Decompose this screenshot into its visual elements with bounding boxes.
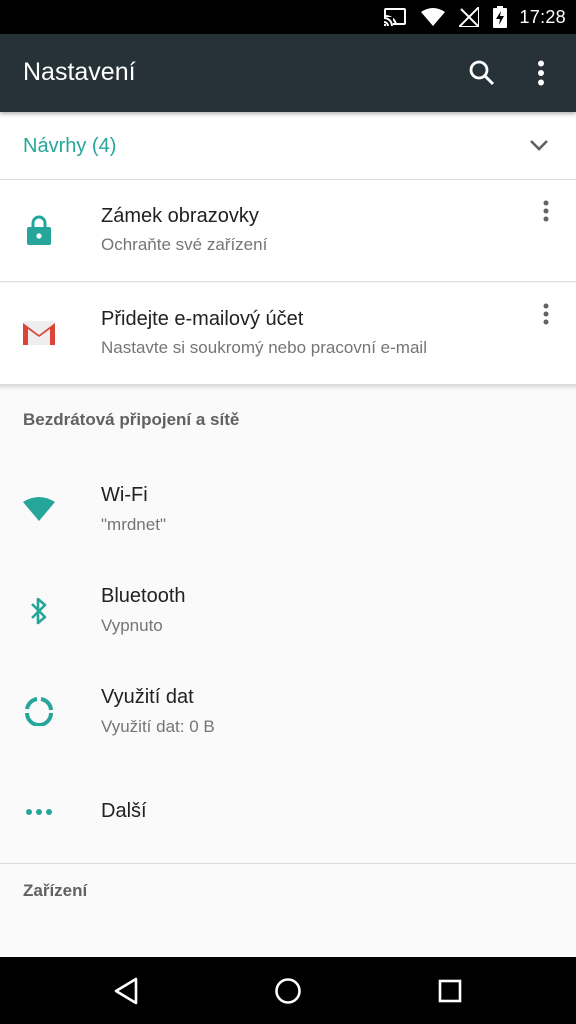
app-bar: Nastavení: [0, 34, 576, 112]
wifi-icon: [421, 8, 446, 26]
status-time: 17:28: [519, 6, 566, 27]
more-vert-icon: [543, 200, 549, 222]
item-title: Další: [101, 800, 147, 822]
bluetooth-icon: [23, 595, 55, 627]
app-bar-actions: [440, 56, 558, 90]
search-icon: [469, 60, 495, 86]
more-vert-icon: [543, 303, 549, 325]
back-button[interactable]: [106, 972, 146, 1010]
card-shadow: [0, 384, 576, 390]
page-title: Nastavení: [23, 58, 136, 86]
suggestion-more-button[interactable]: [534, 299, 558, 329]
suggestions-header[interactable]: Návrhy (4): [0, 112, 576, 180]
item-subtitle: "mrdnet": [101, 515, 166, 534]
section-header-wireless: Bezdrátová připojení a sítě: [23, 410, 240, 429]
home-icon: [275, 978, 301, 1004]
cast-icon: [383, 7, 407, 27]
search-button[interactable]: [465, 56, 499, 90]
suggestion-card-screen-lock[interactable]: Zámek obrazovky Ochraňte své zařízení: [0, 180, 576, 282]
item-subtitle: Využití dat: 0 B: [101, 717, 215, 736]
more-horiz-icon: [23, 796, 55, 828]
suggestion-more-button[interactable]: [534, 196, 558, 226]
settings-item-data-usage[interactable]: Využití dat Využití dat: 0 B: [0, 659, 576, 759]
status-bar: 17:28: [0, 0, 576, 34]
suggestion-title: Zámek obrazovky: [101, 205, 259, 227]
item-title: Bluetooth: [101, 585, 186, 607]
no-signal-icon: [459, 7, 480, 27]
navigation-bar: [0, 957, 576, 1024]
section-header-device: Zařízení: [23, 881, 88, 900]
wifi-icon: [23, 493, 55, 525]
back-icon: [114, 977, 138, 1005]
suggestion-subtitle: Ochraňte své zařízení: [101, 235, 268, 254]
battery-charging-icon: [493, 6, 508, 28]
gmail-icon: [23, 317, 55, 349]
suggestion-card-email-account[interactable]: Přidejte e-mailový účet Nastavte si souk…: [0, 283, 576, 385]
status-icons: 17:28: [369, 0, 566, 34]
item-title: Wi-Fi: [101, 484, 148, 506]
item-title: Využití dat: [101, 686, 194, 708]
overflow-menu-button[interactable]: [524, 56, 558, 90]
settings-item-wifi[interactable]: Wi-Fi "mrdnet": [0, 457, 576, 557]
recents-icon: [438, 979, 462, 1003]
chevron-down-icon[interactable]: [528, 134, 550, 161]
more-vert-icon: [538, 60, 544, 86]
lock-icon: [23, 214, 55, 246]
settings-content[interactable]: Návrhy (4) Zámek obrazovky Ochraňte své …: [0, 112, 576, 957]
settings-item-more[interactable]: Další: [0, 760, 576, 860]
data-usage-icon: [23, 695, 55, 727]
suggestions-title: Návrhy (4): [23, 135, 117, 157]
item-subtitle: Vypnuto: [101, 616, 163, 635]
section-divider: [0, 863, 576, 864]
suggestion-subtitle: Nastavte si soukromý nebo pracovní e-mai…: [101, 338, 427, 357]
recents-button[interactable]: [430, 972, 470, 1010]
home-button[interactable]: [268, 972, 308, 1010]
settings-item-bluetooth[interactable]: Bluetooth Vypnuto: [0, 558, 576, 658]
suggestion-title: Přidejte e-mailový účet: [101, 308, 304, 330]
